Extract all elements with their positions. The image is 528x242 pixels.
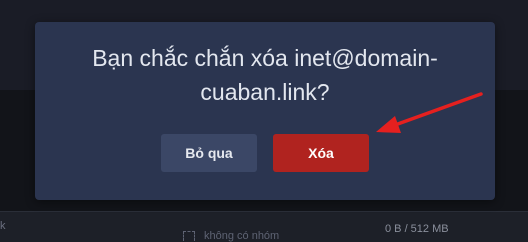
dialog-message: Bạn chắc chắn xóa inet@domain- cuaban.li… xyxy=(55,41,475,109)
background-row-mark: k xyxy=(0,220,6,232)
delete-button[interactable]: Xóa xyxy=(273,134,369,172)
storage-usage: 0 B / 512 MB xyxy=(385,223,449,235)
group-label: không có nhóm xyxy=(204,230,280,242)
group-icon xyxy=(183,231,195,241)
cancel-button[interactable]: Bỏ qua xyxy=(161,134,257,172)
dialog-message-line1: Bạn chắc chắn xóa inet@domain- xyxy=(92,45,438,71)
confirm-delete-dialog: Bạn chắc chắn xóa inet@domain- cuaban.li… xyxy=(35,22,495,200)
dialog-message-line2: cuaban.link? xyxy=(200,79,330,105)
